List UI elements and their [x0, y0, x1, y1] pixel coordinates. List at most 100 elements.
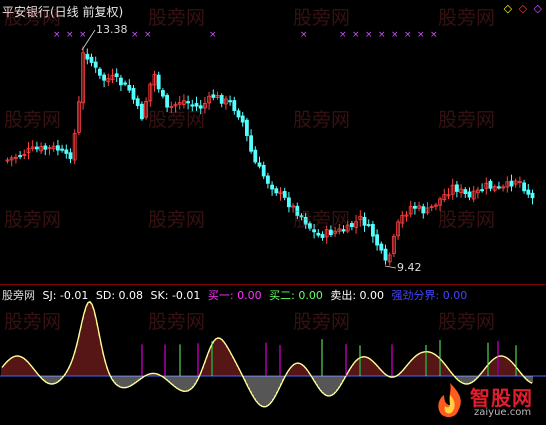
candlestick [127, 84, 132, 91]
candlestick [198, 105, 203, 109]
marker-group: ◇ ◇ ◇ [501, 2, 542, 15]
chart-window: × × × × × × × × × × × × × × × 平安银行(日线 前复权) ◇ ◇ ◇ 13.38… [0, 0, 546, 425]
candlestick [454, 184, 459, 192]
red-diamond-icon[interactable]: ◇ [519, 2, 527, 15]
candlestick [93, 61, 98, 68]
x-marker-icon: × [66, 30, 74, 40]
sell-value: 卖出: 0.00 [330, 289, 385, 302]
candlestick [60, 148, 64, 151]
candlestick [253, 149, 258, 163]
candlestick [370, 224, 375, 237]
x-marker-icon: × [352, 30, 360, 40]
sd-value: SD: 0.08 [95, 289, 144, 302]
candlestick [194, 103, 199, 107]
x-marker-icon: × [391, 30, 399, 40]
candlestick [240, 115, 245, 123]
candlestick [274, 188, 279, 194]
candlestick [244, 119, 249, 136]
candlestick [316, 232, 321, 236]
x-marker-icon: × [53, 30, 61, 40]
candlestick [139, 103, 144, 120]
candlestick [257, 162, 262, 167]
candlestick [165, 94, 170, 108]
candlestick [488, 180, 493, 189]
indicator-name: 股旁网 [2, 289, 35, 302]
yellow-diamond-icon[interactable]: ◇ [504, 2, 512, 15]
candlestick [64, 149, 69, 154]
candlestick [366, 224, 371, 227]
x-marker-icon: × [209, 30, 217, 40]
x-marker-icon: × [300, 30, 308, 40]
candlestick [270, 184, 275, 190]
flame-logo-icon [438, 383, 461, 418]
candlestick [362, 216, 367, 226]
x-marker-icon: × [79, 30, 87, 40]
low-price-label: 9.42 [397, 261, 422, 274]
candlestick [295, 205, 300, 216]
x-marker-icon: × [430, 30, 438, 40]
chart-title: 平安银行(日线 前复权) [2, 5, 124, 19]
candlestick [68, 152, 73, 160]
candlestick [320, 234, 325, 238]
x-marker-icon: × [404, 30, 412, 40]
candlestick [509, 180, 514, 187]
candlestick [131, 87, 136, 100]
candlestick [211, 94, 216, 98]
candlestick [412, 205, 417, 209]
x-marker-icon: × [131, 30, 139, 40]
low-pointer-line [384, 265, 397, 269]
panel-divider [0, 284, 546, 285]
candlestick [282, 191, 287, 198]
purple-diamond-icon[interactable]: ◇ [534, 2, 542, 15]
candlestick [43, 145, 48, 150]
site-logo[interactable]: 智股网 zaiyue.com [430, 379, 542, 423]
buy2-value: 买二: 0.00 [269, 289, 323, 302]
x-marker-icon: × [378, 30, 386, 40]
candlestick [102, 74, 106, 81]
candlestick [232, 100, 237, 111]
candlestick [18, 155, 23, 158]
candlestick [496, 186, 501, 189]
candlestick [522, 182, 526, 192]
candlestick [379, 243, 384, 251]
candlestick [299, 215, 304, 218]
candlestick [265, 175, 270, 184]
candlestick [341, 229, 346, 232]
high-price-label: 13.38 [96, 23, 128, 36]
candlestick [383, 248, 388, 261]
candlestick [303, 217, 308, 225]
candlestick [160, 90, 165, 97]
candlestick [98, 68, 102, 76]
candlestick [114, 73, 119, 77]
candlestick [530, 192, 535, 199]
candlestick [219, 95, 224, 104]
candlestick [463, 189, 468, 195]
buy1-value: 买一: 0.00 [207, 289, 262, 302]
candlestick [375, 234, 380, 246]
sk-value: SK: -0.01 [150, 289, 201, 302]
x-marker-icon: × [417, 30, 425, 40]
strong-boundary-value: 强劲分界: 0.00 [391, 289, 468, 302]
candlestick [480, 189, 485, 192]
sj-value: SJ: -0.01 [42, 289, 89, 302]
candlestick [236, 110, 241, 118]
candlestick [190, 104, 195, 107]
candlestick [249, 135, 254, 152]
candlestick [186, 101, 191, 104]
candlestick [123, 82, 127, 85]
candlestick [228, 100, 233, 103]
candlestick [56, 145, 60, 151]
candlestick [467, 191, 472, 198]
candlestick [119, 77, 123, 86]
candlestick [261, 164, 266, 177]
candlestick [349, 223, 354, 228]
candlestick [85, 53, 90, 60]
x-marker-icon: × [365, 30, 373, 40]
candlestick [135, 98, 140, 107]
logo-url: zaiyue.com [474, 407, 532, 418]
candlestick [156, 74, 161, 90]
candlestick [312, 229, 317, 233]
price-panel: × × × × × × × × × × × × × × × [0, 29, 546, 408]
candlestick [89, 56, 94, 63]
candlestick [328, 229, 333, 236]
